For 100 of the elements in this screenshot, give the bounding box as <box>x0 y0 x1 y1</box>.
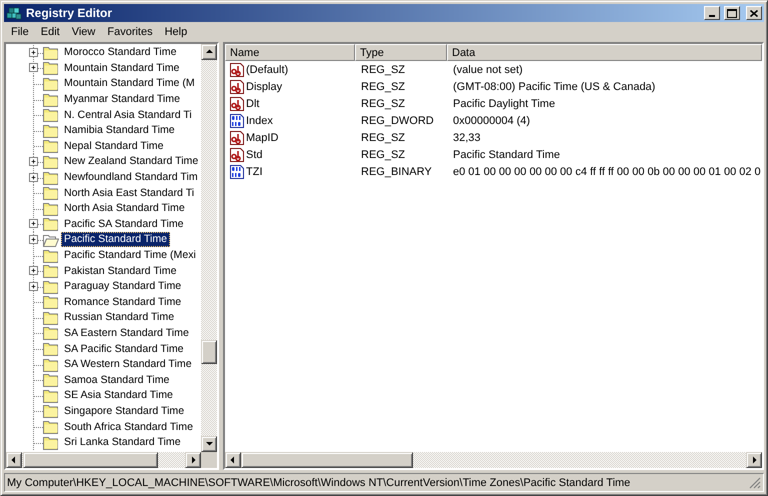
tree-item[interactable]: Pacific Standard Time (Mexi <box>61 248 199 264</box>
maximize-button[interactable] <box>724 6 740 20</box>
value-name[interactable]: Index <box>246 114 273 126</box>
value-data: Pacific Daylight Time <box>452 98 556 110</box>
binary-value-icon <box>229 112 245 128</box>
column-header[interactable]: Data <box>447 44 762 61</box>
tree-item[interactable]: Romance Standard Time <box>61 294 184 310</box>
tree-item[interactable]: Pakistan Standard Time <box>61 264 180 279</box>
scroll-thumb[interactable] <box>241 452 413 468</box>
tree-item[interactable]: Pacific SA Standard Time <box>61 216 187 232</box>
close-button[interactable] <box>746 6 762 20</box>
expand-icon[interactable] <box>29 172 38 182</box>
folder-icon <box>43 217 59 232</box>
folder-icon <box>43 404 59 418</box>
value-name[interactable]: Dlt <box>246 98 260 110</box>
tree-item[interactable]: Singapore Standard Time <box>61 404 188 419</box>
tree-item[interactable]: South Africa Standard Time <box>61 420 196 435</box>
tree-item[interactable]: North Asia East Standard Ti <box>61 186 198 201</box>
expand-icon[interactable] <box>29 234 38 244</box>
value-name[interactable]: TZI <box>246 166 262 178</box>
tree-item[interactable]: Myanmar Standard Time <box>61 92 183 108</box>
folder-icon <box>43 154 59 169</box>
folder-icon <box>43 124 59 138</box>
tree-item[interactable]: SE Asia Standard Time <box>61 388 176 404</box>
scroll-left-button[interactable] <box>6 452 22 468</box>
value-type: REG_DWORD <box>360 114 435 126</box>
folder-icon <box>43 186 59 200</box>
maximize-icon <box>727 8 737 18</box>
folder-icon <box>43 248 59 263</box>
folder-icon <box>43 388 59 403</box>
scroll-down-button[interactable] <box>201 436 217 452</box>
value-name[interactable]: MapID <box>246 132 278 144</box>
menu-item[interactable]: View <box>66 26 102 38</box>
folder-icon <box>43 139 59 154</box>
expand-icon[interactable] <box>29 48 38 57</box>
folder-icon <box>43 436 59 450</box>
value-name[interactable]: (Default) <box>246 64 288 76</box>
folder-icon <box>43 76 59 91</box>
menu-item[interactable]: File <box>5 26 35 38</box>
folder-icon <box>43 92 59 107</box>
tree-item[interactable]: Pacific Standard Time <box>61 232 170 248</box>
folder-icon <box>43 280 59 294</box>
minimize-button[interactable] <box>704 6 720 20</box>
value-type: REG_SZ <box>360 80 406 92</box>
tree-item[interactable]: Newfoundland Standard Tim <box>61 170 201 186</box>
status-path: My Computer\HKEY_LOCAL_MACHINE\SOFTWARE\Microsoft\Windows NT\CurrentVersion\Time Zones\Pacific Standard Time <box>7 476 632 488</box>
value-name[interactable]: Display <box>246 80 282 92</box>
value-data: e0 01 00 00 00 00 00 00 c4 ff ff ff 00 00 0b 00 00 00 01 00 02 0 <box>452 166 762 178</box>
scroll-left-button[interactable] <box>225 452 241 468</box>
folder-icon <box>43 373 59 388</box>
tree-item[interactable]: Morocco Standard Time <box>61 45 180 60</box>
column-header[interactable]: Name <box>225 44 355 61</box>
folder-icon <box>43 358 59 372</box>
expand-icon[interactable] <box>29 219 38 228</box>
menu-item[interactable]: Favorites <box>101 26 159 38</box>
folder-icon <box>43 170 59 185</box>
tree-item[interactable]: Samoa Standard Time <box>61 372 172 388</box>
folder-icon <box>43 326 59 340</box>
window-title: Registry Editor <box>26 6 114 20</box>
resize-grip-icon <box>749 476 761 488</box>
scroll-right-button[interactable] <box>185 452 201 468</box>
tree-item[interactable]: Mountain Standard Time <box>61 60 182 76</box>
expand-icon[interactable] <box>29 282 38 291</box>
folder-icon <box>43 202 59 216</box>
expand-icon[interactable] <box>29 266 38 276</box>
value-type: REG_SZ <box>360 148 406 160</box>
folder-icon <box>43 295 59 310</box>
value-data: Pacific Standard Time <box>452 148 561 160</box>
tree-item[interactable]: N. Central Asia Standard Ti <box>61 108 195 123</box>
tree-item[interactable]: SA Pacific Standard Time <box>61 342 187 357</box>
tree-item[interactable]: Nepal Standard Time <box>61 138 167 154</box>
column-header[interactable]: Type <box>355 44 447 61</box>
scroll-right-button[interactable] <box>746 452 762 468</box>
value-name[interactable]: Std <box>246 148 263 160</box>
tree-item[interactable]: Mountain Standard Time (M <box>61 76 198 92</box>
close-icon <box>750 10 758 16</box>
tree-item[interactable]: SA Western Standard Time <box>61 357 195 372</box>
folder-icon <box>43 342 59 356</box>
scroll-up-button[interactable] <box>201 44 217 60</box>
tree-item[interactable]: Namibia Standard Time <box>61 123 178 138</box>
tree-item[interactable]: Sri Lanka Standard Time <box>61 435 184 450</box>
menu-item[interactable]: Edit <box>34 26 66 38</box>
folder-icon <box>43 420 59 434</box>
string-value-icon <box>229 62 245 78</box>
registry-cubes-icon <box>6 5 22 21</box>
tree-item[interactable]: Russian Standard Time <box>61 310 178 326</box>
tree-item[interactable]: New Zealand Standard Time <box>61 154 201 170</box>
tree-item[interactable]: North Asia Standard Time <box>61 201 188 216</box>
value-type: REG_SZ <box>360 132 406 144</box>
folder-icon <box>43 310 59 325</box>
scroll-thumb[interactable] <box>201 340 217 364</box>
expand-icon[interactable] <box>29 156 38 166</box>
tree-item[interactable]: Paraguay Standard Time <box>61 279 184 294</box>
tree-item[interactable]: SA Eastern Standard Time <box>61 326 192 341</box>
scrollbar-corner <box>201 452 217 468</box>
menu-item[interactable]: Help <box>158 26 194 38</box>
expand-icon[interactable] <box>29 63 38 72</box>
value-data: (GMT-08:00) Pacific Time (US & Canada) <box>452 80 656 92</box>
scroll-thumb[interactable] <box>23 452 158 468</box>
folder-icon <box>43 264 59 278</box>
